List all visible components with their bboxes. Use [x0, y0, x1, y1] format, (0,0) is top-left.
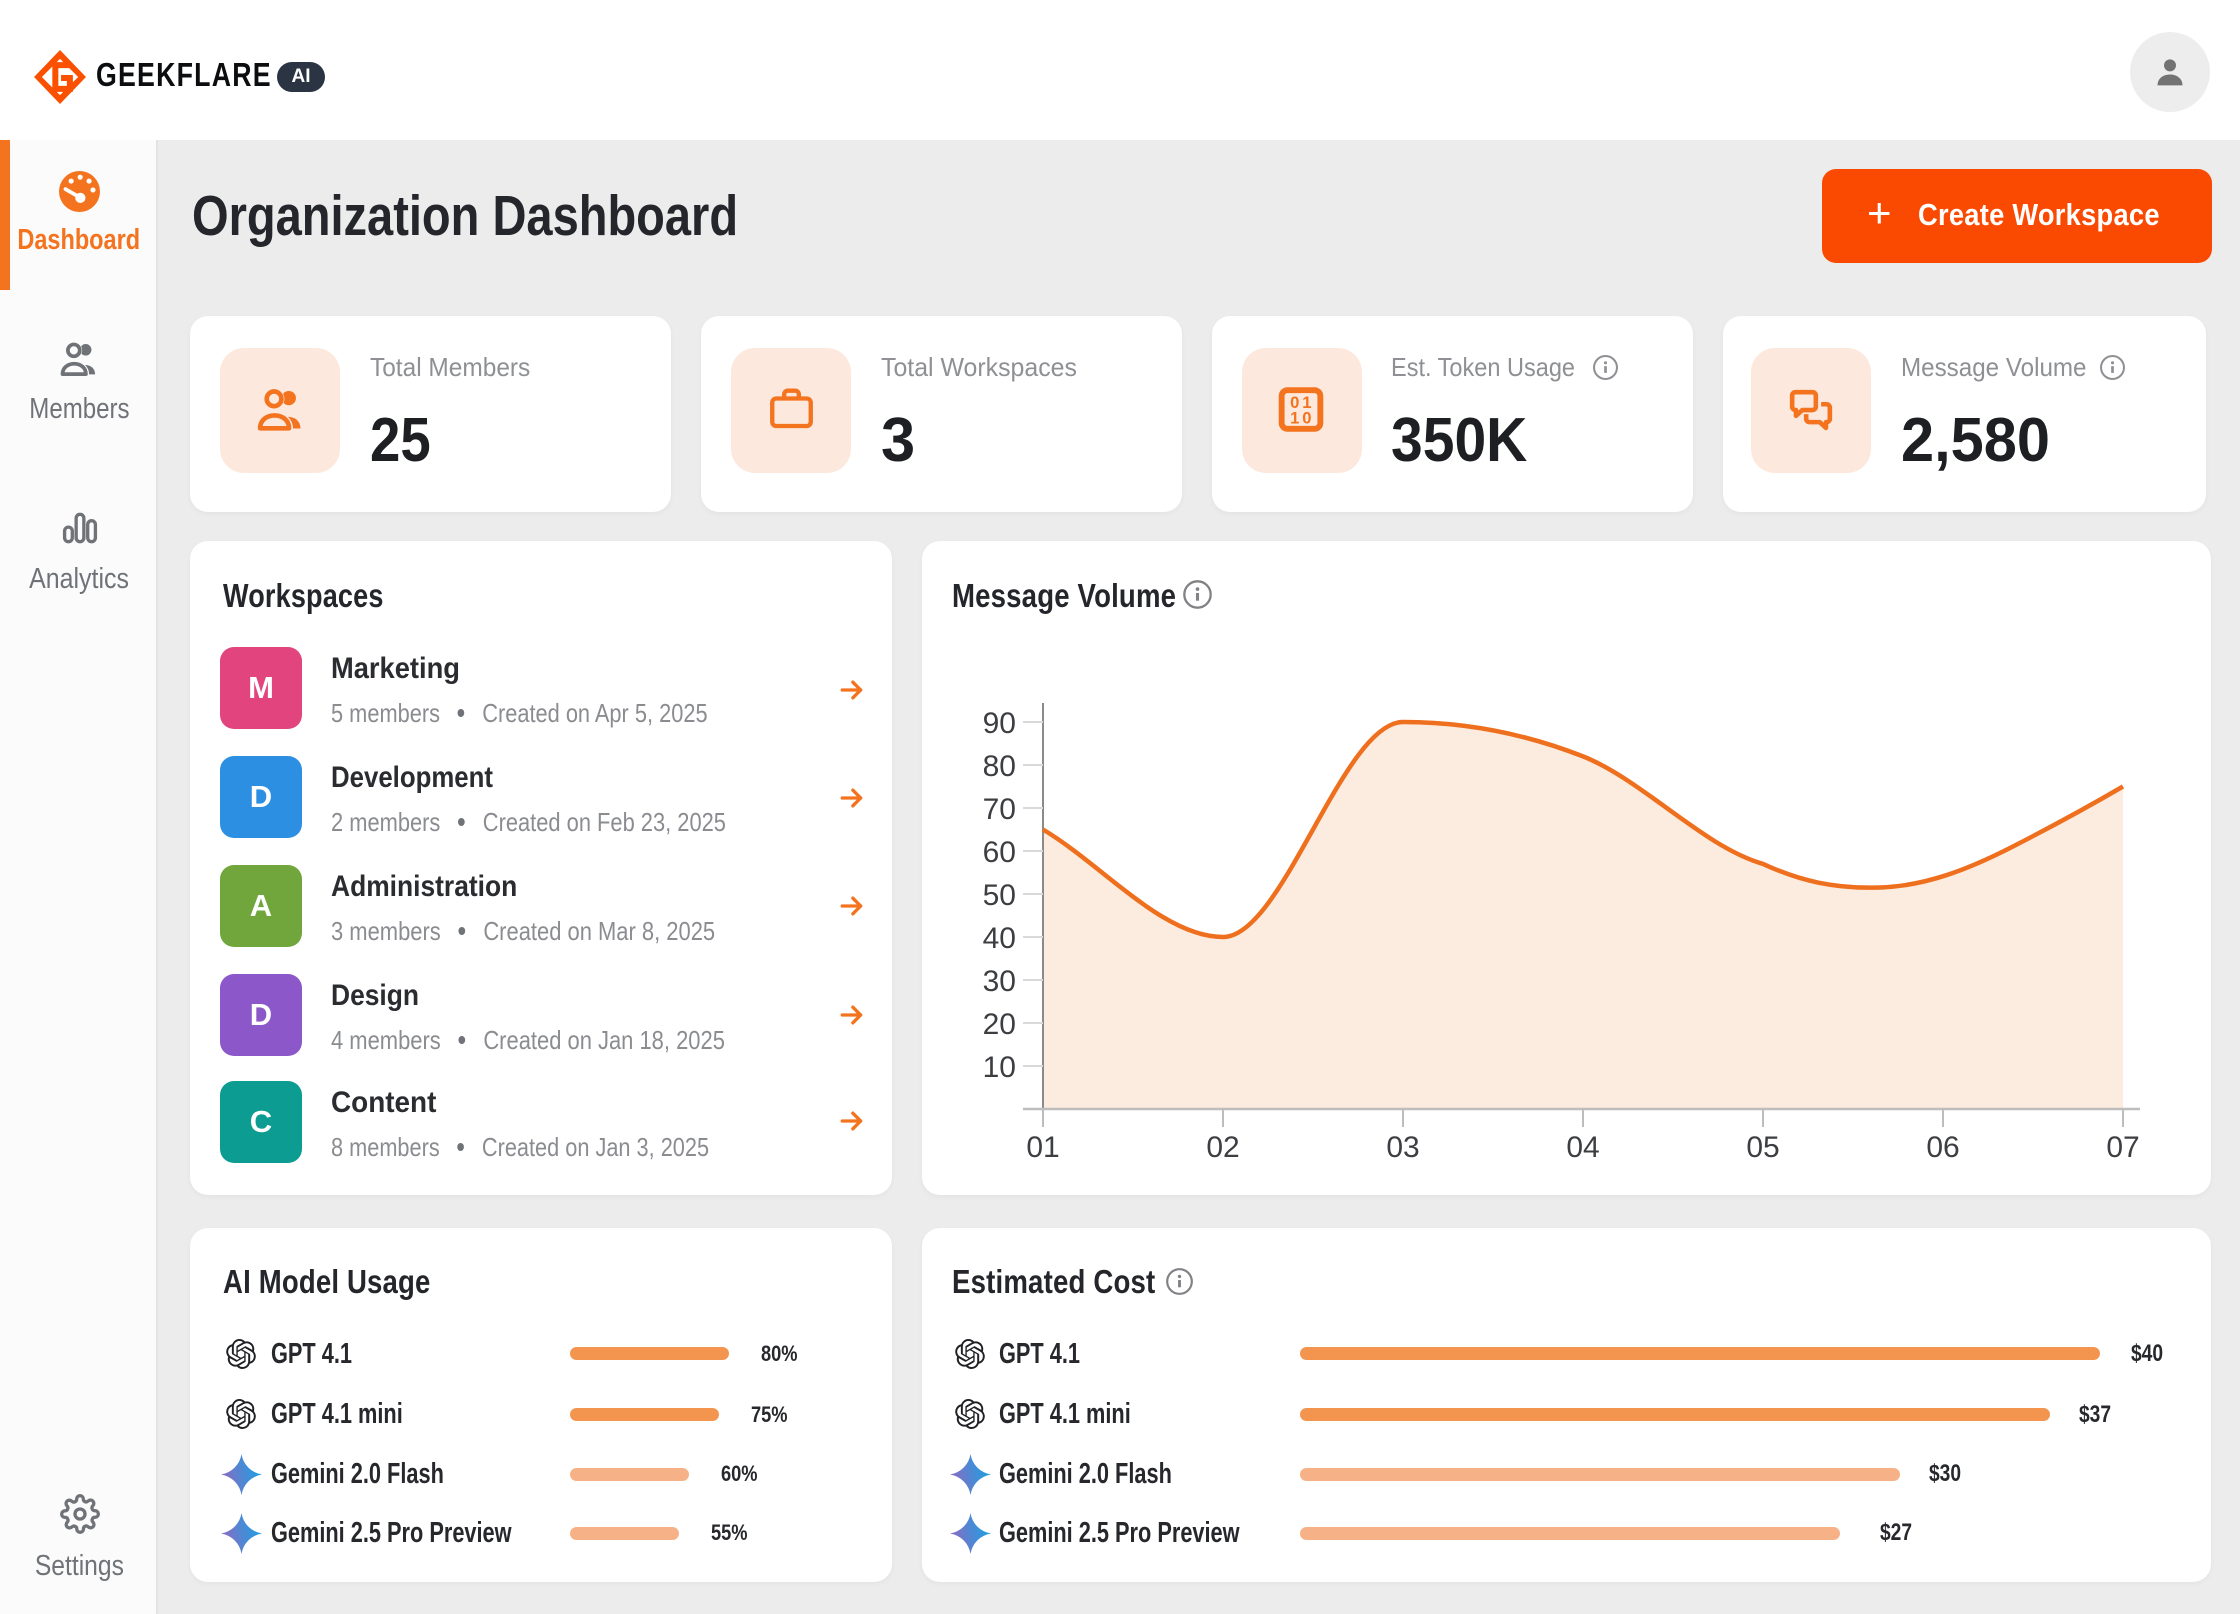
- svg-text:01: 01: [1026, 1131, 1059, 1164]
- svg-text:06: 06: [1926, 1131, 1959, 1164]
- svg-text:03: 03: [1386, 1131, 1419, 1164]
- svg-text:30: 30: [983, 965, 1016, 998]
- svg-text:0: 0: [1302, 408, 1311, 427]
- svg-text:1: 1: [1290, 408, 1299, 427]
- svg-text:40: 40: [983, 922, 1016, 955]
- svg-text:80: 80: [983, 750, 1016, 783]
- svg-text:20: 20: [983, 1008, 1016, 1041]
- svg-text:07: 07: [2106, 1131, 2139, 1164]
- svg-text:02: 02: [1206, 1131, 1239, 1164]
- svg-text:10: 10: [983, 1051, 1016, 1084]
- svg-text:60: 60: [983, 836, 1016, 869]
- svg-text:04: 04: [1566, 1131, 1599, 1164]
- svg-text:70: 70: [983, 793, 1016, 826]
- svg-text:50: 50: [983, 879, 1016, 912]
- svg-text:05: 05: [1746, 1131, 1779, 1164]
- svg-text:90: 90: [983, 707, 1016, 740]
